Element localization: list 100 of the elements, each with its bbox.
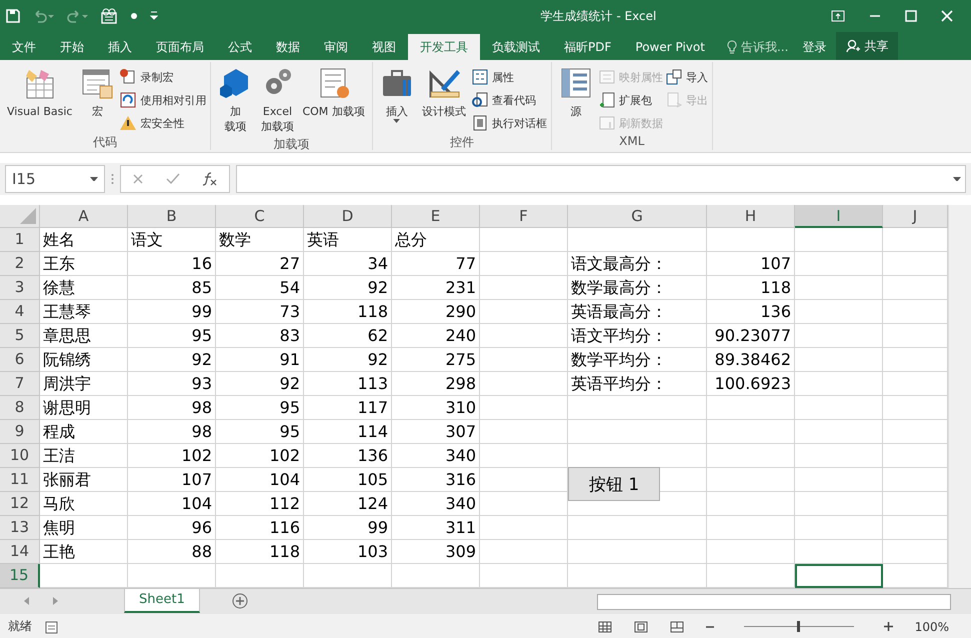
ribbon-button[interactable]: 使用相对引用 [119, 90, 206, 110]
tell-me-field[interactable]: 告诉我... [726, 34, 788, 60]
column-header[interactable]: G [568, 205, 707, 228]
ribbon-tab[interactable]: 文件 [0, 34, 48, 60]
table-cell: 105 [304, 468, 392, 492]
table-cell: 王艳 [40, 540, 128, 564]
zoom-thumb[interactable] [796, 621, 800, 632]
ribbon-button[interactable]: 执行对话框 [470, 113, 547, 133]
ribbon-tab[interactable]: 负载测试 [480, 34, 552, 60]
row-header[interactable]: 2 [0, 252, 40, 276]
add-sheet-icon[interactable] [232, 593, 248, 609]
row-header[interactable]: 5 [0, 324, 40, 348]
zoom-in-icon[interactable] [884, 622, 893, 631]
ribbon-button[interactable]: 属性 [470, 67, 547, 87]
form-icon[interactable] [100, 8, 118, 24]
ribbon-tab[interactable]: Power Pivot [623, 34, 717, 60]
ribbon-button[interactable]: 录制宏 [119, 67, 206, 87]
close-icon[interactable] [941, 10, 953, 22]
ribbon-tab[interactable]: 审阅 [312, 34, 360, 60]
maximize-icon[interactable] [905, 10, 917, 22]
column-header[interactable]: E [392, 205, 480, 228]
dropdown-arrow-icon[interactable] [953, 176, 961, 182]
ribbon-display-icon[interactable] [831, 10, 845, 22]
table-cell: 92 [304, 348, 392, 372]
column-header[interactable]: A [40, 205, 128, 228]
check-icon[interactable] [166, 173, 180, 185]
row-header[interactable]: 1 [0, 228, 40, 252]
row-header[interactable]: 12 [0, 492, 40, 516]
row-header[interactable]: 15 [0, 564, 40, 588]
ribbon-icon [598, 68, 616, 86]
ribbon-button[interactable]: 导入 [664, 67, 708, 87]
share-button[interactable]: 共享 [836, 32, 898, 60]
table-cell: 107 [707, 252, 795, 276]
ribbon-button[interactable]: 宏安全性 [119, 113, 206, 133]
ribbon-tab[interactable]: 视图 [360, 34, 408, 60]
group-label: 控件 [448, 134, 475, 150]
ribbon-button[interactable]: 查看代码 [470, 90, 547, 110]
formula-field[interactable] [236, 165, 966, 193]
row-header[interactable]: 14 [0, 540, 40, 564]
ribbon-tab[interactable]: 开发工具 [408, 34, 480, 60]
ribbon-tab[interactable]: 福昕PDF [552, 34, 624, 60]
grip-icon [111, 173, 114, 185]
table-cell: 王洁 [40, 444, 128, 468]
form-button[interactable]: 按钮 1 [568, 467, 660, 501]
macro-record-icon[interactable] [44, 620, 58, 634]
ribbon-button[interactable]: 设计模式 [418, 64, 469, 134]
vertical-scrollbar[interactable] [948, 205, 971, 588]
ribbon-button[interactable]: COM 加载项 [299, 64, 368, 136]
table-cell: 116 [216, 516, 304, 540]
table-cell: 章思思 [40, 324, 128, 348]
ribbon-button[interactable]: Excel 加载项 [257, 64, 298, 136]
column-header[interactable]: H [707, 205, 795, 228]
row-header[interactable]: 13 [0, 516, 40, 540]
ribbon-tab[interactable]: 公式 [216, 34, 264, 60]
ribbon-tab[interactable]: 页面布局 [144, 34, 216, 60]
column-header[interactable]: D [304, 205, 392, 228]
column-header[interactable]: J [883, 205, 948, 228]
page-break-icon[interactable] [670, 620, 684, 632]
row-header[interactable]: 7 [0, 372, 40, 396]
ribbon-tab[interactable]: 开始 [48, 34, 96, 60]
column-header[interactable]: I [795, 205, 883, 228]
table-cell: 93 [128, 372, 216, 396]
function-icon[interactable] [202, 172, 218, 186]
customize-icon[interactable] [150, 11, 158, 21]
normal-view-icon[interactable] [598, 620, 612, 632]
ribbon-tab[interactable]: 插入 [96, 34, 144, 60]
ribbon-button[interactable]: 插入 [376, 64, 417, 134]
row-header[interactable]: 8 [0, 396, 40, 420]
row-header[interactable]: 9 [0, 420, 40, 444]
horizontal-scrollbar[interactable] [597, 594, 951, 610]
row-header[interactable]: 6 [0, 348, 40, 372]
table-cell: 309 [392, 540, 480, 564]
column-header[interactable]: F [480, 205, 568, 228]
ribbon-button[interactable]: 源 [556, 64, 596, 134]
table-cell: 徐慧 [40, 276, 128, 300]
login-link[interactable]: 登录 [802, 34, 826, 60]
ribbon-button[interactable]: 扩展包 [598, 90, 663, 110]
ribbon-button[interactable]: Visual Basic [4, 64, 76, 134]
table-cell: 240 [392, 324, 480, 348]
ribbon-button[interactable]: 加 载项 [215, 64, 256, 136]
page-layout-icon[interactable] [634, 620, 648, 632]
ribbon-icon [470, 68, 489, 86]
row-header[interactable]: 3 [0, 276, 40, 300]
ribbon-tab[interactable]: 数据 [264, 34, 312, 60]
sheet-tab[interactable]: Sheet1 [124, 589, 200, 613]
table-cell: 谢思明 [40, 396, 128, 420]
zoom-level[interactable]: 100% [914, 620, 949, 634]
row-header[interactable]: 11 [0, 468, 40, 492]
row-header[interactable]: 4 [0, 300, 40, 324]
table-cell: 89.38462 [707, 348, 795, 372]
save-icon[interactable] [6, 9, 20, 23]
dropdown-arrow-icon[interactable] [90, 176, 98, 182]
column-header[interactable]: B [128, 205, 216, 228]
dot-icon[interactable] [130, 12, 138, 20]
row-header[interactable]: 10 [0, 444, 40, 468]
ribbon-button[interactable]: 宏 [77, 64, 118, 134]
column-header[interactable]: C [216, 205, 304, 228]
table-cell: 107 [128, 468, 216, 492]
dropdown-arrow-icon[interactable] [393, 119, 400, 123]
name-box[interactable]: I15 [5, 165, 105, 193]
